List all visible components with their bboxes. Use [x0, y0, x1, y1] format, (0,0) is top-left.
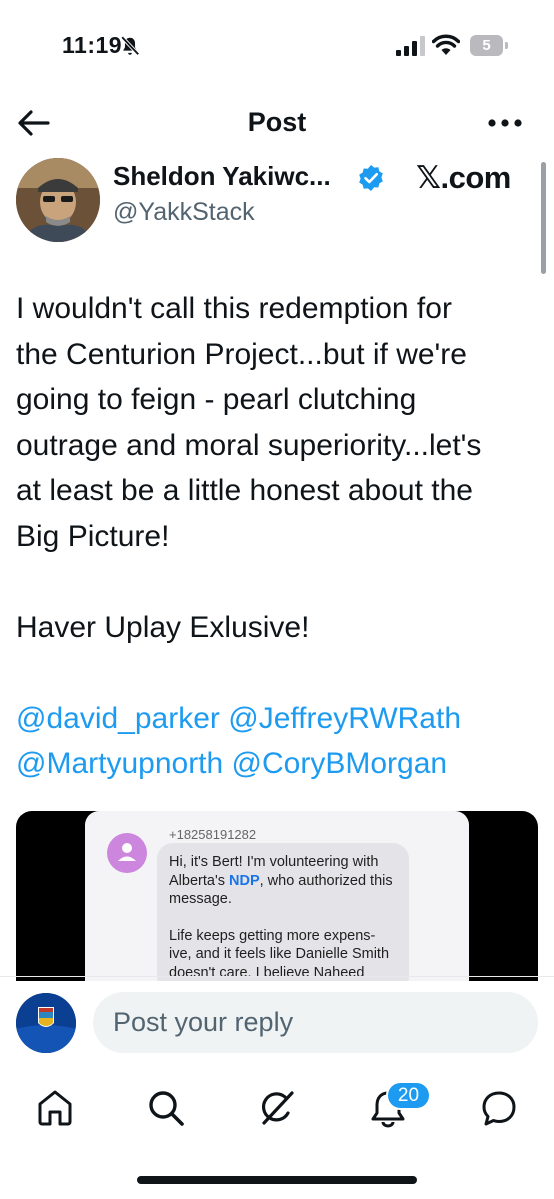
scrollbar[interactable]: [541, 162, 546, 274]
author-name[interactable]: Sheldon Yakiwc...: [113, 161, 331, 192]
xcom-watermark: 𝕏.com: [416, 160, 511, 195]
verified-badge-icon: [359, 165, 383, 191]
divider: [0, 976, 554, 977]
sms-text: Life keeps getting more expens-ive, and …: [169, 927, 390, 981]
post-text: I wouldn't call this redemption for the …: [16, 286, 536, 787]
author-handle[interactable]: @YakkStack: [113, 198, 255, 227]
home-icon[interactable]: [35, 1088, 75, 1128]
bell-slash-icon: [120, 36, 140, 56]
battery-icon: 5: [470, 35, 508, 56]
more-horizontal-icon[interactable]: [487, 117, 523, 129]
contact-avatar: [107, 833, 147, 873]
status-time: 11:19: [62, 32, 123, 58]
notification-badge: 20: [386, 1081, 431, 1110]
post-line: going to feign - pearl clutching: [16, 383, 417, 416]
post-line: Big Picture!: [16, 519, 170, 553]
post-line: the Centurion Project...but if we're: [16, 337, 467, 371]
mentions-line: @david_parker @JeffreyRWRath: [16, 696, 536, 742]
battery-level: 5: [470, 35, 503, 56]
signal-icon: [396, 36, 425, 56]
status-bar: 11:19 5: [0, 0, 554, 90]
post-media-image[interactable]: +18258191282 Hi, it's Bert! I'm voluntee…: [16, 811, 538, 981]
sms-screenshot: +18258191282 Hi, it's Bert! I'm voluntee…: [85, 811, 469, 981]
author-avatar[interactable]: [16, 158, 100, 242]
home-indicator[interactable]: [137, 1176, 417, 1184]
messages-icon[interactable]: [479, 1088, 519, 1128]
page-title: Post: [247, 107, 307, 137]
sms-sender-number: +18258191282: [169, 827, 257, 842]
mention-link[interactable]: @Martyupnorth: [16, 747, 223, 780]
post-line: I wouldn't call this redemption for: [16, 292, 452, 325]
search-icon[interactable]: [146, 1088, 186, 1128]
mention-link[interactable]: @david_parker: [16, 702, 220, 735]
wifi-icon: [432, 34, 460, 55]
post-line: Haver Uplay Exlusive!: [16, 610, 310, 644]
reply-input[interactable]: [93, 992, 538, 1053]
mention-link[interactable]: @CoryBMorgan: [232, 747, 448, 780]
person-icon: [118, 843, 136, 861]
mentions-line: @Martyupnorth @CoryBMorgan: [16, 741, 536, 787]
mention-link[interactable]: @JeffreyRWRath: [228, 702, 461, 735]
sms-message-bubble: Hi, it's Bert! I'm volunteering with Alb…: [157, 843, 409, 981]
post-line: outrage and moral superiority...let's: [16, 428, 482, 462]
sms-link-ndp: NDP: [229, 872, 260, 889]
grok-icon[interactable]: [257, 1088, 297, 1128]
post-line: at least be a little honest about the: [16, 474, 473, 507]
nav-header: Post: [0, 95, 554, 153]
my-avatar[interactable]: [16, 993, 76, 1053]
